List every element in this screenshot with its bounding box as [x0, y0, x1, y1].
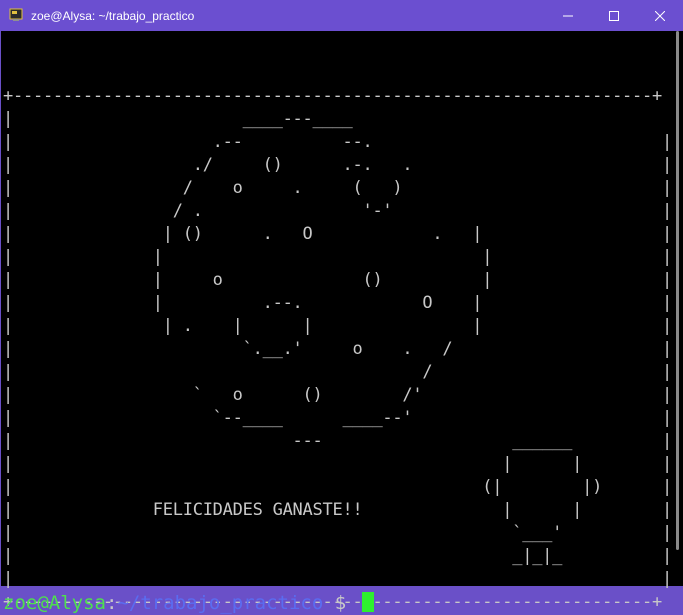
close-icon — [655, 10, 665, 21]
prompt-user: zoe@Alysa — [3, 592, 106, 614]
maximize-icon — [609, 10, 619, 21]
scrollbar-thumb[interactable] — [676, 31, 679, 550]
title-bar[interactable]: zoe@Alysa: ~/trabajo_practico — [0, 0, 683, 31]
minimize-button[interactable] — [545, 0, 591, 31]
scrollbar[interactable] — [669, 31, 683, 586]
prompt-colon: : — [105, 592, 118, 614]
shell-prompt[interactable]: zoe@Alysa:~/trabajo_practico $ — [3, 591, 374, 615]
terminal-app-icon — [9, 8, 23, 21]
minimize-icon — [563, 15, 573, 16]
maximize-button[interactable] — [591, 0, 637, 31]
terminal-window[interactable]: +---------------------------------------… — [1, 31, 682, 614]
prompt-path: ~/trabajo_practico — [117, 592, 324, 614]
text-cursor — [361, 592, 374, 612]
prompt-symbol: $ — [323, 592, 358, 614]
window-title: zoe@Alysa: ~/trabajo_practico — [31, 9, 195, 23]
close-button[interactable] — [637, 0, 683, 31]
ascii-art-output: +---------------------------------------… — [3, 86, 682, 612]
